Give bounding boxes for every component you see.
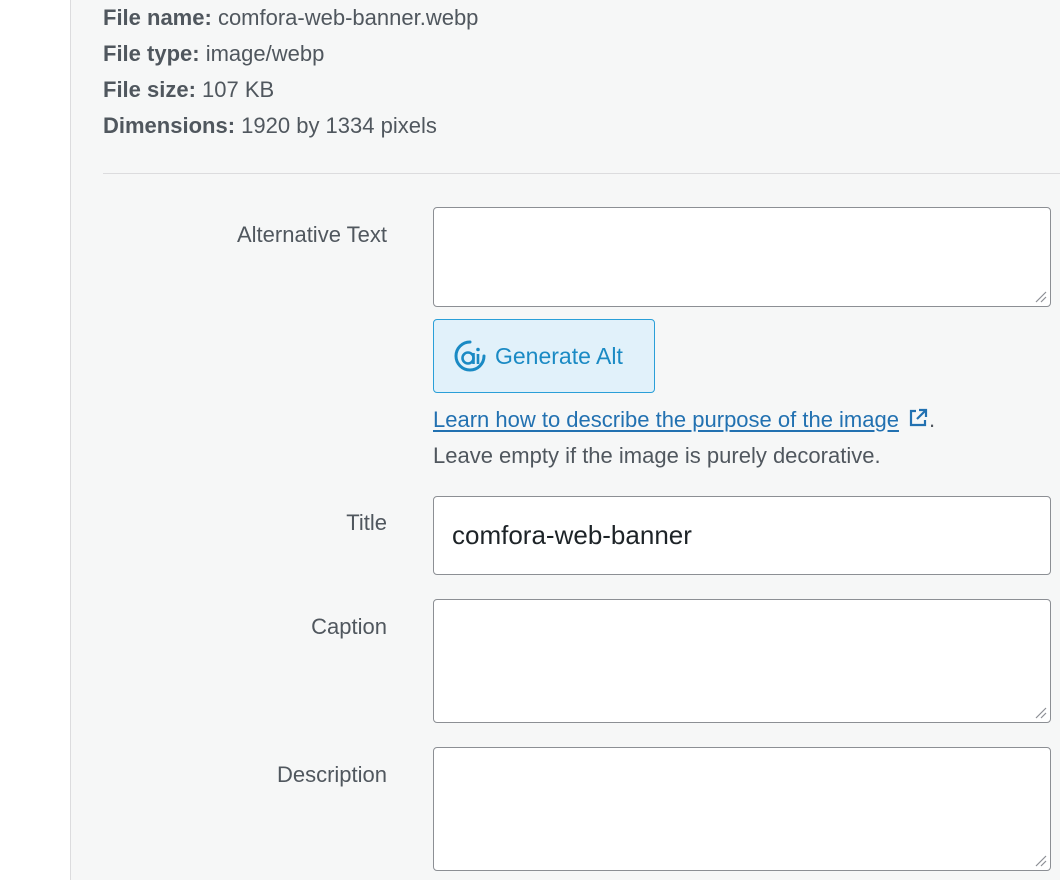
left-gutter xyxy=(0,0,70,880)
file-type-label: File type: xyxy=(103,41,200,66)
title-input[interactable]: comfora-web-banner xyxy=(433,496,1051,575)
resize-grip-icon[interactable] xyxy=(1033,289,1047,303)
file-details: File name: comfora-web-banner.webp File … xyxy=(103,0,478,144)
dimensions-value: 1920 by 1334 pixels xyxy=(241,113,437,138)
description-label: Description xyxy=(276,762,387,787)
alt-text-field[interactable] xyxy=(433,207,1051,307)
describe-purpose-link[interactable]: Learn how to describe the purpose of the… xyxy=(433,407,929,432)
file-name-label: File name: xyxy=(103,5,212,30)
decorative-note: Leave empty if the image is purely decor… xyxy=(433,443,881,468)
generate-alt-label: Generate Alt xyxy=(495,342,623,369)
caption-label: Caption xyxy=(311,614,387,639)
file-type-row: File type: image/webp xyxy=(103,36,478,72)
generate-alt-button[interactable]: Generate Alt xyxy=(433,319,655,393)
ai-icon xyxy=(454,340,486,372)
file-name-value: comfora-web-banner.webp xyxy=(217,5,479,30)
resize-grip-icon[interactable] xyxy=(1033,853,1047,867)
file-name-row: File name: comfora-web-banner.webp xyxy=(103,0,478,36)
describe-purpose-link-text: Learn how to describe the purpose of the… xyxy=(433,407,899,432)
file-type-value: image/webp xyxy=(205,41,325,66)
resize-grip-icon[interactable] xyxy=(1033,705,1047,719)
external-link-icon xyxy=(909,408,928,427)
title-value: comfora-web-banner xyxy=(452,520,692,550)
alt-text-label: Alternative Text xyxy=(236,222,387,247)
help-link-line: Learn how to describe the purpose of the… xyxy=(433,402,935,438)
section-divider xyxy=(103,173,1060,174)
dimensions-row: Dimensions: 1920 by 1334 pixels xyxy=(103,108,478,144)
dimensions-label: Dimensions: xyxy=(103,113,236,138)
file-size-row: File size: 107 KB xyxy=(103,72,478,108)
title-label: Title xyxy=(346,510,387,535)
file-size-label: File size: xyxy=(103,77,196,102)
description-field[interactable] xyxy=(433,747,1051,871)
help-link-period: . xyxy=(928,407,936,432)
file-size-value: 107 KB xyxy=(202,77,275,102)
caption-field[interactable] xyxy=(433,599,1051,723)
